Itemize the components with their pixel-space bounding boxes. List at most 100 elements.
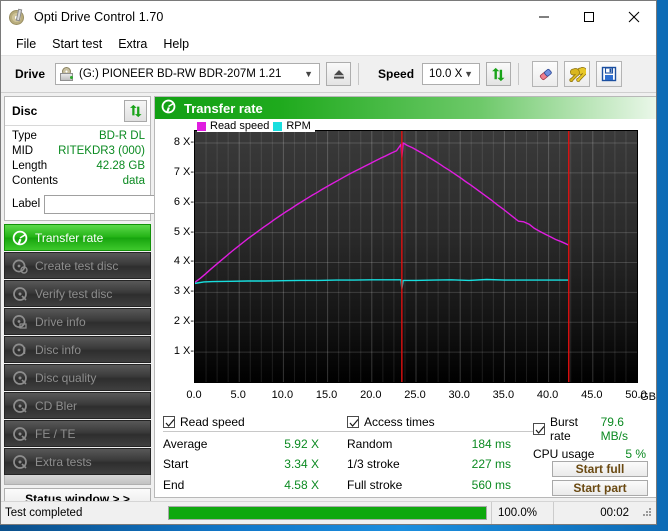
eject-icon	[333, 70, 344, 79]
chart-x-tick: 15.0	[315, 389, 338, 401]
erase-button[interactable]	[532, 61, 559, 87]
stat-row-third-stroke: 1/3 stroke 227 ms	[347, 454, 533, 474]
resize-grip[interactable]	[643, 508, 653, 518]
maximize-button[interactable]	[566, 1, 611, 32]
chart-y-tick: 3 X-	[173, 285, 194, 298]
refresh-icon	[129, 104, 142, 118]
eject-button[interactable]	[326, 62, 352, 86]
chart-legend: Read speed RPM	[197, 120, 315, 132]
stat-value: 5.92 X	[284, 437, 319, 452]
disc-row-key: Length	[12, 160, 48, 172]
drive-select-value: (G:) PIONEER BD-RW BDR-207M 1.21	[79, 68, 282, 80]
legend-label: RPM	[286, 120, 311, 132]
disc-row-value: data	[122, 175, 145, 187]
chart-y-tick: 1 X-	[173, 345, 194, 358]
chart-svg	[195, 131, 637, 382]
read-speed-checkbox[interactable]	[163, 416, 175, 428]
stat-row-random: Random 184 ms	[347, 434, 533, 454]
chart-x-tick: 25.0	[404, 389, 426, 401]
burst-rate-checkbox[interactable]	[533, 423, 545, 435]
read-speed-stats: Read speed Average 5.92 X Start 3.34 X E…	[163, 415, 347, 495]
sidebar-item-verify-test-disc[interactable]: Verify test disc	[4, 280, 151, 307]
stat-key: Start	[163, 457, 189, 472]
disc-row-mid: MID RITEKDR3 (000)	[12, 144, 145, 159]
progress-container	[164, 502, 491, 524]
burst-rate-value: 79.6 MB/s	[600, 415, 628, 443]
stat-row-end: End 4.58 X	[163, 475, 347, 495]
disc-quality-icon	[12, 370, 28, 386]
stat-key: Random	[347, 437, 393, 452]
sidebar-item-drive-info[interactable]: Drive info	[4, 308, 151, 335]
menu-item-help[interactable]: Help	[155, 35, 197, 53]
minimize-button[interactable]	[521, 1, 566, 32]
sidebar-item-extra-tests[interactable]: Extra tests	[4, 448, 151, 475]
sidebar-item-create-test-disc[interactable]: Create test disc	[4, 252, 151, 279]
window-title: Opti Drive Control 1.70	[34, 9, 164, 24]
close-button[interactable]	[611, 1, 656, 32]
sidebar-item-label: Disc quality	[35, 370, 97, 385]
drive-select[interactable]: (G:) PIONEER BD-RW BDR-207M 1.21 ▼	[55, 63, 321, 85]
disc-panel-title: Disc	[12, 104, 38, 118]
stat-key: 1/3 stroke	[347, 457, 400, 472]
chart-y-tick: 2 X-	[173, 315, 194, 328]
sidebar-item-fe-te[interactable]: FE / TE	[4, 420, 151, 447]
stat-value: 3.34 X	[284, 457, 319, 472]
sidebar-item-label: Transfer rate	[35, 230, 104, 245]
optical-drive-icon	[59, 66, 75, 82]
chart-x-tick: 45.0	[581, 389, 603, 401]
sidebar-nav: Transfer rate Create test disc Verify te…	[4, 224, 151, 475]
elapsed-time-value: 00:02	[600, 507, 629, 519]
sidebar-item-label: Disc info	[35, 342, 82, 357]
sidebar-item-cd-bler[interactable]: CD Bler	[4, 392, 151, 419]
legend-swatch	[273, 121, 283, 131]
start-full-button[interactable]: Start full	[552, 461, 648, 477]
disc-refresh-button[interactable]	[124, 100, 147, 122]
start-part-button[interactable]: Start part	[552, 480, 648, 496]
toolbar-divider-1	[358, 63, 360, 85]
menu-item-start-test[interactable]: Start test	[44, 35, 110, 53]
sidebar-item-disc-quality[interactable]: Disc quality	[4, 364, 151, 391]
chart-plot-area[interactable]	[194, 130, 638, 383]
burst-rate-header: Burst rate 79.6 MB/s	[533, 415, 648, 445]
disc-info-icon	[12, 342, 28, 358]
app-icon	[9, 8, 27, 26]
burst-rate-title: Burst rate	[550, 415, 579, 443]
disc-label-row: Label	[5, 191, 249, 220]
sidebar-item-transfer-rate[interactable]: Transfer rate	[4, 224, 151, 251]
sidebar-item-disc-info[interactable]: Disc info	[4, 336, 151, 363]
refresh-icon	[492, 67, 505, 81]
access-times-checkbox[interactable]	[347, 416, 359, 428]
sidebar-filler	[4, 475, 151, 485]
progress-bar-fill	[169, 507, 486, 519]
save-button[interactable]	[596, 61, 623, 87]
disc-row-key: Contents	[12, 175, 59, 187]
settings-button[interactable]	[564, 61, 591, 87]
stat-row-average: Average 5.92 X	[163, 434, 347, 454]
stat-key: Full stroke	[347, 477, 403, 492]
refresh-button[interactable]	[486, 62, 512, 86]
title-bar: Opti Drive Control 1.70	[1, 1, 656, 32]
menu-item-file[interactable]: File	[8, 35, 44, 53]
read-speed-title: Read speed	[180, 415, 245, 429]
extra-tests-icon	[12, 454, 28, 470]
disc-info-rows: Type BD-R DL MID RITEKDR3 (000) Length 4…	[5, 126, 150, 191]
fe-te-icon	[12, 426, 28, 442]
chart-y-tick: 7 X-	[173, 165, 194, 178]
sidebar-item-label: Create test disc	[35, 258, 119, 273]
legend-label: Read speed	[210, 120, 270, 132]
sidebar-item-label: Extra tests	[35, 454, 92, 469]
disc-row-type: Type BD-R DL	[12, 129, 145, 144]
stat-value: 184 ms	[471, 437, 511, 452]
disc-row-value: BD-R DL	[98, 130, 145, 142]
stat-value: 4.58 X	[284, 477, 319, 492]
menu-item-extra[interactable]: Extra	[110, 35, 155, 53]
speed-select-value: 10.0 X	[429, 68, 463, 80]
chart-x-tick: 20.0	[360, 389, 382, 401]
stat-value: 560 ms	[471, 477, 511, 492]
chart-y-axis: 1 X- 2 X- 3 X- 4 X- 5 X- 6 X- 7 X- 8 X-	[155, 130, 194, 383]
stat-row-full-stroke: Full stroke 560 ms	[347, 475, 533, 495]
progress-percent: 100.0%	[491, 502, 553, 524]
speed-select[interactable]: 10.0 X ▼	[422, 63, 481, 85]
disc-label-key: Label	[12, 198, 41, 210]
panel-header: Transfer rate	[155, 97, 656, 119]
